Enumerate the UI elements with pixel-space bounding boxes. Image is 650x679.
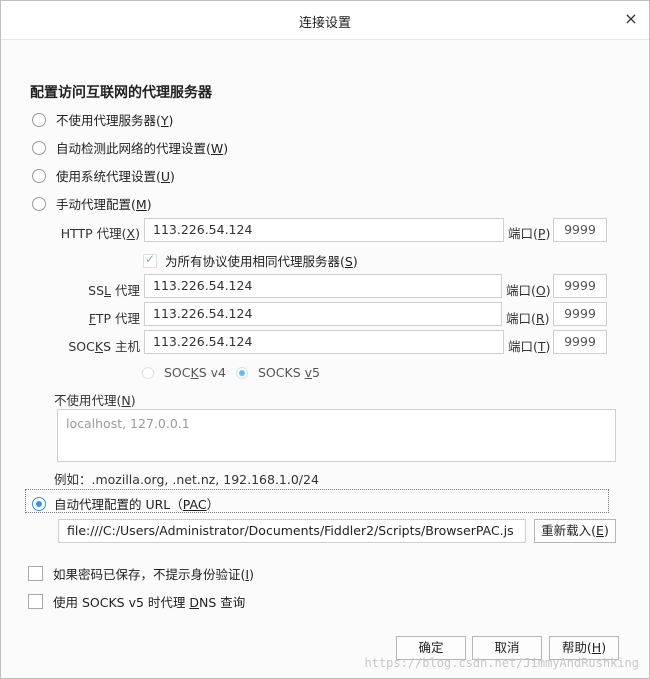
- title-bar: 连接设置 ×: [1, 1, 649, 40]
- radio-pac-url[interactable]: 自动代理配置的 URL（PAC）: [32, 494, 219, 513]
- radio-button[interactable]: [32, 112, 46, 127]
- no-proxy-for-label: 不使用代理(N): [54, 393, 136, 408]
- http-proxy-label: HTTP 代理(X): [60, 226, 140, 241]
- ssl-proxy-input[interactable]: 113.226.54.124: [144, 274, 502, 298]
- watermark: https://blog.csdn.net/JimmyAndRushking: [364, 656, 639, 670]
- checkbox-no-auth-prompt[interactable]: 如果密码已保存，不提示身份验证(I): [28, 564, 254, 583]
- section-title: 配置访问互联网的代理服务器: [30, 85, 212, 101]
- radio-button[interactable]: [236, 366, 248, 379]
- radio-button[interactable]: [32, 196, 46, 211]
- ftp-proxy-label: FTP 代理: [88, 311, 140, 326]
- radio-no-proxy[interactable]: 不使用代理服务器(Y): [32, 110, 173, 129]
- ssl-port-input[interactable]: 9999: [553, 274, 607, 298]
- checkbox[interactable]: [143, 252, 157, 268]
- ssl-proxy-label: SSL 代理: [88, 283, 140, 298]
- checkbox[interactable]: [28, 566, 43, 581]
- reload-button[interactable]: 重新载入(E): [534, 519, 616, 543]
- pac-url-input[interactable]: file:///C:/Users/Administrator/Documents…: [58, 519, 526, 543]
- radio-auto-detect[interactable]: 自动检测此网络的代理设置(W): [32, 138, 228, 157]
- radio-button[interactable]: [32, 168, 46, 183]
- radio-button[interactable]: [32, 140, 46, 155]
- ftp-proxy-input[interactable]: 113.226.54.124: [144, 302, 502, 326]
- socks-port-input[interactable]: 9999: [553, 330, 607, 354]
- http-port-input[interactable]: 9999: [553, 218, 607, 242]
- close-icon[interactable]: ×: [621, 9, 641, 29]
- radio-manual-proxy[interactable]: 手动代理配置(M): [32, 194, 152, 213]
- socks-host-label: SOCKS 主机: [68, 339, 140, 354]
- radio-button[interactable]: [32, 496, 46, 511]
- checkbox[interactable]: [28, 594, 43, 609]
- radio-button[interactable]: [142, 366, 154, 379]
- no-proxy-example: 例如：.mozilla.org, .net.nz, 192.168.1.0/24: [54, 472, 319, 487]
- checkbox-same-proxy[interactable]: 为所有协议使用相同代理服务器(S): [143, 251, 358, 270]
- radio-system-proxy[interactable]: 使用系统代理设置(U): [32, 166, 175, 185]
- socks-host-input[interactable]: 113.226.54.124: [144, 330, 504, 354]
- dialog-title: 连接设置: [298, 16, 351, 31]
- connection-settings-dialog: 连接设置 × 配置访问互联网的代理服务器 不使用代理服务器(Y) 自动检测此网络…: [0, 0, 650, 679]
- radio-socks-v4[interactable]: SOCKS v4: [142, 365, 226, 380]
- http-proxy-input[interactable]: 113.226.54.124: [144, 218, 504, 242]
- checkbox-socks-dns[interactable]: 使用 SOCKS v5 时代理 DNS 查询: [28, 592, 245, 611]
- ftp-port-label: 端口(R): [506, 311, 550, 326]
- http-port-label: 端口(P): [508, 226, 551, 241]
- ssl-port-label: 端口(O): [506, 283, 551, 298]
- socks-port-label: 端口(T): [508, 339, 551, 354]
- ftp-port-input[interactable]: 9999: [553, 302, 607, 326]
- no-proxy-for-textarea[interactable]: localhost, 127.0.0.1: [57, 409, 616, 462]
- radio-socks-v5[interactable]: SOCKS v5: [236, 365, 320, 380]
